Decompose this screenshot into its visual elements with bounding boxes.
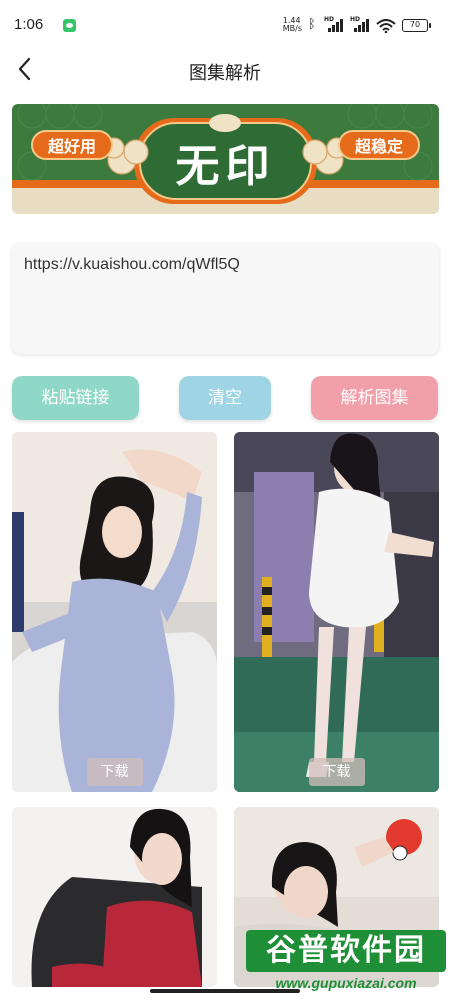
status-time: 1:06 [14, 16, 44, 33]
banner: 超好用 超稳定 无印 [12, 104, 439, 214]
clear-button[interactable]: 清空 [179, 376, 271, 420]
download-button[interactable]: 下载 [86, 758, 143, 786]
download-button[interactable]: 下载 [308, 758, 365, 786]
page-title: 图集解析 [189, 63, 261, 84]
net-speed: 1.44 MB/s [283, 17, 302, 33]
status-icons: 1.44 MB/s ᛒ HD HD 70 [283, 15, 431, 35]
url-input-container [12, 243, 439, 354]
watermark-title: 谷普软件园 [246, 930, 446, 972]
battery-icon: 70 [402, 18, 431, 32]
gallery-item[interactable]: 下载 [12, 432, 217, 792]
status-bar: 1:06 1.44 MB/s ᛒ HD HD 70 [0, 0, 450, 50]
wechat-icon [63, 19, 76, 32]
signal-icon-2: HD [350, 16, 370, 32]
bluetooth-icon: ᛒ [308, 17, 316, 32]
url-input[interactable] [24, 256, 427, 341]
photo-image [234, 432, 439, 792]
parse-gallery-button[interactable]: 解析图集 [311, 376, 438, 420]
banner-title: 无印 [175, 141, 276, 192]
gallery-item[interactable]: 下载 [234, 432, 439, 792]
home-indicator[interactable] [150, 989, 300, 993]
net-speed-unit: MB/s [282, 24, 302, 33]
gallery-item[interactable] [12, 807, 217, 987]
wifi-icon [376, 18, 396, 34]
photo-image [12, 807, 217, 987]
photo-image [12, 432, 217, 792]
watermark: 谷普软件园 www.gupuxiazai.com [246, 930, 446, 995]
signal-icon: HD [324, 16, 344, 32]
page-header: 图集解析 [0, 50, 450, 90]
paste-link-button[interactable]: 粘贴链接 [12, 376, 139, 420]
